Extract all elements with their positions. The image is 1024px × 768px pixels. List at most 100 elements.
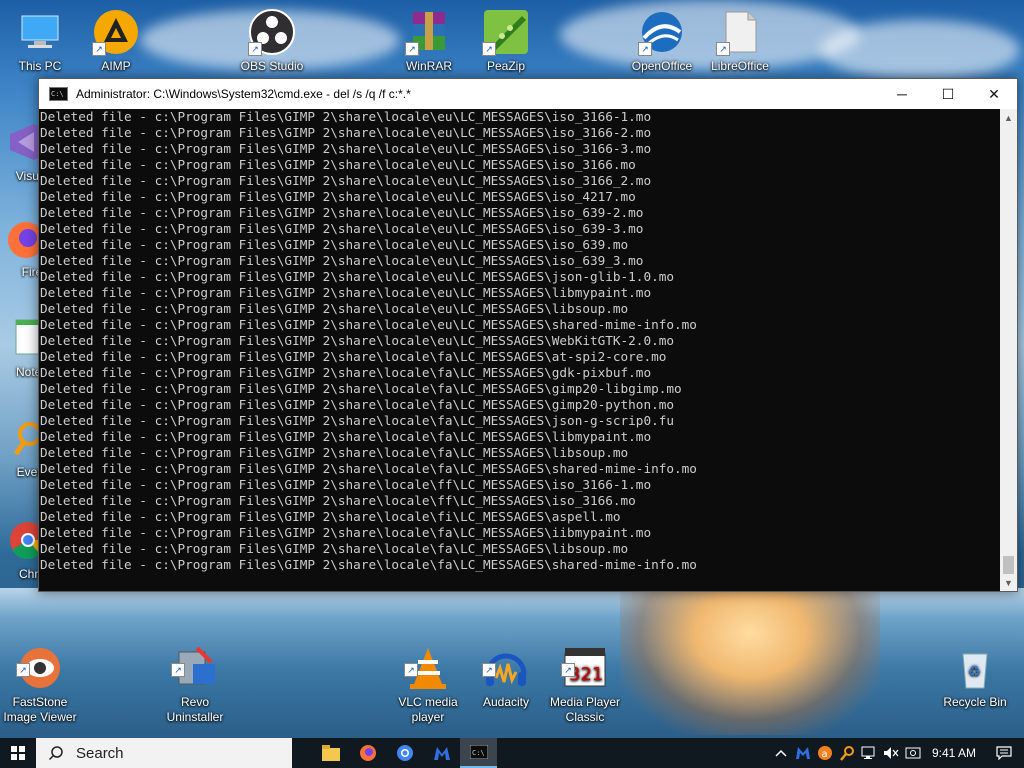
network-icon[interactable] bbox=[858, 738, 880, 768]
desktop-icon-media-player-classic[interactable]: 321 ↗ Media Player Classic bbox=[545, 614, 625, 740]
command-prompt-icon: C:\ bbox=[469, 745, 488, 759]
audacity-icon: ↗ bbox=[482, 629, 530, 686]
desktop-icon-label: LibreOffice bbox=[711, 59, 769, 73]
everything-tray-icon[interactable] bbox=[836, 738, 858, 768]
desktop-icon-label: FastStone Image Viewer bbox=[3, 695, 77, 724]
obs-icon: ↗ bbox=[248, 8, 296, 56]
console-line: Deleted file - c:\Program Files\GIMP 2\s… bbox=[40, 141, 652, 156]
console-line: Deleted file - c:\Program Files\GIMP 2\s… bbox=[40, 253, 644, 268]
console-line: Deleted file - c:\Program Files\GIMP 2\s… bbox=[40, 333, 674, 348]
clock[interactable]: 9:41 AM bbox=[924, 746, 984, 760]
maximize-button[interactable]: ☐ bbox=[925, 79, 971, 109]
desktop-icon-label: Media Player Classic bbox=[549, 695, 621, 724]
openoffice-icon: ↗ bbox=[638, 8, 686, 56]
faststone-eye-icon: ↗ bbox=[16, 629, 64, 688]
scroll-down-arrow-icon[interactable]: ▼ bbox=[1000, 574, 1017, 591]
windows-logo-icon bbox=[11, 746, 25, 760]
desktop-icon-peazip[interactable]: ↗ PeaZip bbox=[466, 8, 546, 74]
action-center-icon[interactable] bbox=[984, 738, 1024, 768]
console-line: Deleted file - c:\Program Files\GIMP 2\s… bbox=[40, 125, 652, 140]
taskbar-malwarebytes[interactable] bbox=[423, 738, 460, 768]
console-line: Deleted file - c:\Program Files\GIMP 2\s… bbox=[40, 349, 667, 364]
console-line: Deleted file - c:\Program Files\GIMP 2\s… bbox=[40, 237, 629, 252]
desktop-icon-label: OBS Studio bbox=[240, 59, 304, 73]
cloud bbox=[820, 20, 1020, 80]
firefox-icon bbox=[359, 745, 376, 761]
show-hidden-icons-chevron-icon[interactable] bbox=[770, 738, 792, 768]
desktop-icon-label: VLC media player bbox=[398, 695, 458, 724]
vlc-cone-icon: ↗ bbox=[404, 629, 452, 689]
keyboard-icon[interactable] bbox=[902, 738, 924, 768]
search-label: Search bbox=[76, 744, 124, 762]
malwarebytes-tray-icon[interactable] bbox=[792, 738, 814, 768]
vertical-scrollbar[interactable]: ▲ ▼ bbox=[1000, 109, 1017, 591]
shortcut-arrow-icon: ↗ bbox=[92, 42, 106, 56]
svg-text:a: a bbox=[822, 749, 828, 760]
desktop-icon-aimp[interactable]: ↗ AIMP bbox=[76, 8, 156, 74]
desktop-icon-audacity[interactable]: ↗ Audacity bbox=[466, 614, 546, 725]
console-line: Deleted file - c:\Program Files\GIMP 2\s… bbox=[40, 173, 652, 188]
shortcut-arrow-icon: ↗ bbox=[171, 663, 185, 677]
desktop-icon-vlc[interactable]: ↗ VLC media player bbox=[388, 614, 468, 740]
console-line: Deleted file - c:\Program Files\GIMP 2\s… bbox=[40, 221, 644, 236]
taskbar-file-explorer[interactable] bbox=[312, 738, 349, 768]
search-box[interactable]: Search bbox=[36, 738, 292, 768]
desktop-icon-openoffice[interactable]: ↗ OpenOffice bbox=[622, 8, 702, 74]
desktop-icon-this-pc[interactable]: This PC bbox=[0, 8, 80, 74]
console-line: Deleted file - c:\Program Files\GIMP 2\s… bbox=[40, 365, 652, 380]
desktop-icon-recycle-bin[interactable]: ♻ Recycle Bin bbox=[935, 614, 1015, 725]
console-line: Deleted file - c:\Program Files\GIMP 2\s… bbox=[40, 557, 697, 572]
taskbar-chrome[interactable] bbox=[386, 738, 423, 768]
scrollbar-thumb[interactable] bbox=[1003, 556, 1014, 574]
desktop-icon-label: Recycle Bin bbox=[943, 695, 1007, 709]
avast-tray-icon[interactable]: a bbox=[814, 738, 836, 768]
desktop-icon-label: PeaZip bbox=[486, 59, 526, 73]
shortcut-arrow-icon: ↗ bbox=[638, 42, 652, 56]
scroll-up-arrow-icon[interactable]: ▲ bbox=[1000, 109, 1017, 126]
console-line: Deleted file - c:\Program Files\GIMP 2\s… bbox=[40, 317, 697, 332]
winrar-icon: ↗ bbox=[405, 8, 453, 56]
desktop-icon-faststone[interactable]: ↗ FastStone Image Viewer bbox=[0, 614, 80, 740]
cmd-window[interactable]: C:\ Administrator: C:\Windows\System32\c… bbox=[38, 78, 1018, 592]
shortcut-arrow-icon: ↗ bbox=[405, 42, 419, 56]
console-line: Deleted file - c:\Program Files\GIMP 2\s… bbox=[40, 525, 652, 540]
shortcut-arrow-icon: ↗ bbox=[561, 663, 575, 677]
media-player-classic-icon: 321 ↗ bbox=[561, 629, 609, 687]
desktop-icon-revo[interactable]: ↗ Revo Uninstaller bbox=[155, 614, 235, 740]
desktop-icon-obs-studio[interactable]: ↗ OBS Studio bbox=[232, 8, 312, 74]
window-title: Administrator: C:\Windows\System32\cmd.e… bbox=[76, 87, 411, 101]
taskbar-command-prompt[interactable]: C:\ bbox=[460, 738, 497, 768]
desktop-icon-winrar[interactable]: ↗ WinRAR bbox=[389, 8, 469, 74]
window-titlebar[interactable]: C:\ Administrator: C:\Windows\System32\c… bbox=[39, 79, 1017, 109]
console-output[interactable]: Deleted file - c:\Program Files\GIMP 2\s… bbox=[39, 109, 999, 591]
console-line: Deleted file - c:\Program Files\GIMP 2\s… bbox=[40, 541, 629, 556]
desktop-icon-label: WinRAR bbox=[405, 59, 452, 73]
console-line: Deleted file - c:\Program Files\GIMP 2\s… bbox=[40, 509, 621, 524]
taskbar-firefox[interactable] bbox=[349, 738, 386, 768]
command-prompt-icon: C:\ bbox=[49, 87, 68, 101]
console-line: Deleted file - c:\Program Files\GIMP 2\s… bbox=[40, 157, 636, 172]
shortcut-arrow-icon: ↗ bbox=[482, 663, 496, 677]
search-icon bbox=[48, 746, 63, 761]
console-line: Deleted file - c:\Program Files\GIMP 2\s… bbox=[40, 429, 652, 444]
file-explorer-icon bbox=[321, 745, 340, 761]
console-line: Deleted file - c:\Program Files\GIMP 2\s… bbox=[40, 493, 636, 508]
minimize-button[interactable]: ─ bbox=[879, 79, 925, 109]
console-line: Deleted file - c:\Program Files\GIMP 2\s… bbox=[40, 205, 644, 220]
close-button[interactable]: ✕ bbox=[971, 79, 1017, 109]
console-line: Deleted file - c:\Program Files\GIMP 2\s… bbox=[40, 189, 636, 204]
shortcut-arrow-icon: ↗ bbox=[16, 663, 30, 677]
recycle-bin-icon: ♻ bbox=[951, 629, 999, 689]
desktop-icon-label: AIMP bbox=[101, 59, 131, 73]
desktop-icon-label: Audacity bbox=[482, 695, 530, 709]
console-line: Deleted file - c:\Program Files\GIMP 2\s… bbox=[40, 109, 652, 124]
volume-muted-icon[interactable] bbox=[880, 738, 902, 768]
start-button[interactable] bbox=[0, 738, 36, 768]
revo-uninstaller-icon: ↗ bbox=[171, 629, 219, 685]
shortcut-arrow-icon: ↗ bbox=[404, 663, 418, 677]
desktop-icon-libreoffice[interactable]: ↗ LibreOffice bbox=[700, 8, 780, 74]
svg-text:C:\: C:\ bbox=[472, 749, 485, 757]
console-line: Deleted file - c:\Program Files\GIMP 2\s… bbox=[40, 269, 674, 284]
aimp-icon: ↗ bbox=[92, 8, 140, 56]
console-line: Deleted file - c:\Program Files\GIMP 2\s… bbox=[40, 301, 629, 316]
